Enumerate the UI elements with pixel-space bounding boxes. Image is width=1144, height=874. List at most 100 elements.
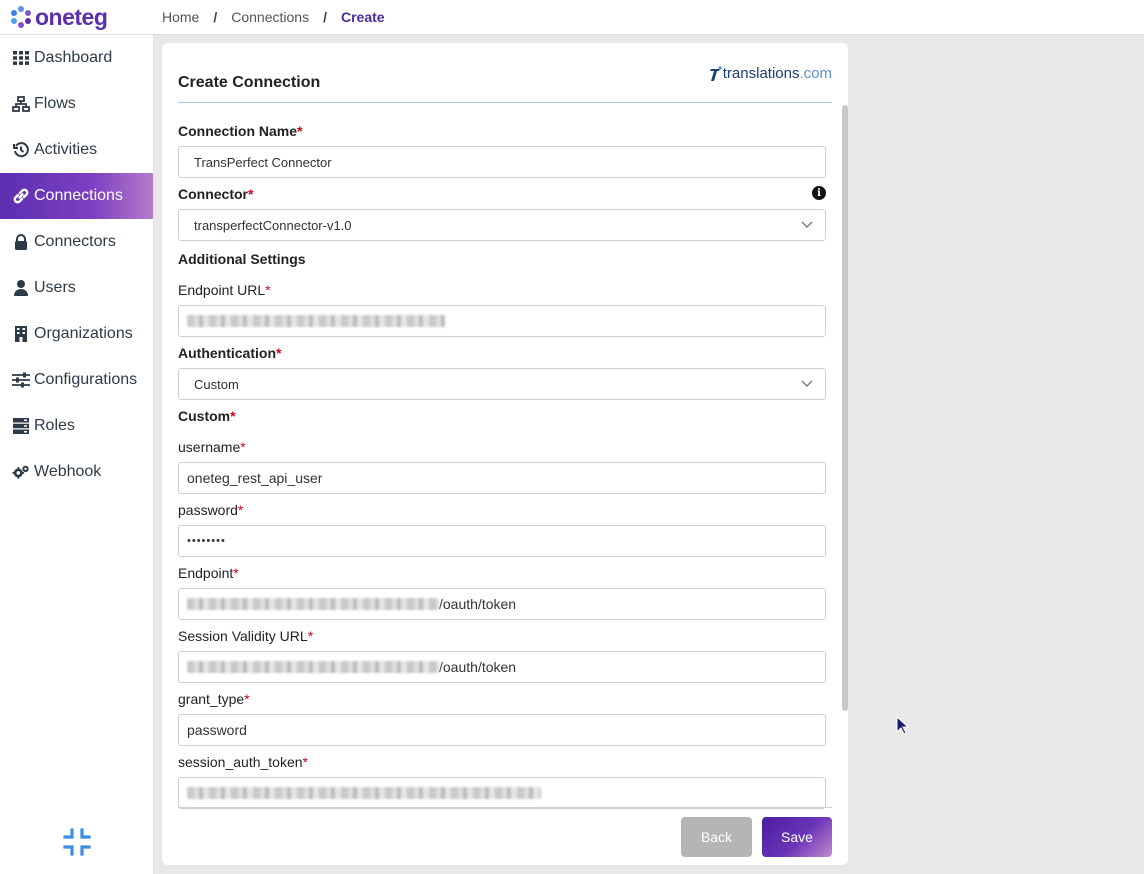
partner-logo-name: translations [722, 65, 800, 82]
breadcrumb-separator: / [213, 9, 218, 25]
endpoint-url-label: Endpoint URL [178, 282, 266, 298]
sidebar-item-label: Roles [34, 417, 75, 434]
grant-type-value: password [187, 722, 247, 738]
endpoint-input[interactable]: /oauth/token [178, 588, 826, 620]
required-mark: * [307, 628, 314, 644]
password-label: password [178, 502, 238, 518]
sidebar-item-label: Organizations [34, 325, 133, 342]
sidebar-item-activities[interactable]: Activities [0, 127, 153, 173]
link-icon [12, 187, 30, 205]
authentication-label: Authentication [178, 345, 276, 361]
top-bar: oneteg Home / Connections / Create [0, 0, 1144, 35]
username-group: username* oneteg_rest_api_user [178, 439, 826, 494]
authentication-select[interactable]: Custom [178, 368, 826, 400]
connection-name-input[interactable]: TransPerfect Connector [178, 146, 826, 178]
username-input[interactable]: oneteg_rest_api_user [178, 462, 826, 494]
authentication-value: Custom [194, 376, 239, 392]
connector-select[interactable]: transperfectConnector-v1.0 [178, 209, 826, 241]
sidebar-item-label: Dashboard [34, 49, 113, 66]
redacted-value [187, 787, 541, 799]
user-icon [12, 279, 30, 297]
breadcrumb-home[interactable]: Home [162, 9, 199, 25]
redacted-value [187, 661, 439, 673]
sidebar-item-label: Flows [34, 95, 76, 112]
sidebar-item-label: Activities [34, 141, 98, 158]
endpoint-suffix: /oauth/token [439, 596, 517, 612]
grid-icon [12, 49, 30, 67]
sidebar-item-roles[interactable]: Roles [0, 403, 153, 449]
create-connection-card: Create Connection translations .com Conne… [162, 43, 848, 865]
connection-name-value: TransPerfect Connector [194, 154, 332, 170]
redacted-value [187, 598, 439, 610]
required-mark: * [248, 186, 254, 202]
session-auth-token-group: session_auth_token* [178, 754, 826, 809]
endpoint-label: Endpoint [178, 565, 234, 581]
sidebar: Dashboard Flows Activities Connections C… [0, 35, 154, 874]
form-scrollbar[interactable] [842, 105, 848, 711]
chevron-down-icon [801, 221, 813, 228]
breadcrumb-separator: / [323, 9, 327, 25]
connector-group: Connector* i transperfectConnector-v1.0 [178, 186, 826, 241]
partner-logo-suffix: .com [799, 65, 832, 82]
partner-logo: translations .com [709, 65, 832, 82]
sidebar-item-connectors[interactable]: Connectors [0, 219, 153, 265]
info-icon[interactable]: i [812, 186, 826, 200]
app-logo[interactable]: oneteg [0, 0, 154, 35]
endpoint-group: Endpoint* /oauth/token [178, 565, 826, 620]
connector-label: Connector [178, 186, 248, 202]
sidebar-item-dashboard[interactable]: Dashboard [0, 35, 153, 81]
sidebar-item-users[interactable]: Users [0, 265, 153, 311]
page-title: Create Connection [178, 74, 321, 91]
password-value: •••••••• [187, 535, 226, 547]
session-auth-token-input[interactable] [178, 777, 826, 809]
footer-divider [178, 807, 832, 808]
sidebar-item-label: Configurations [34, 371, 138, 388]
chevron-down-icon [801, 380, 813, 387]
sidebar-item-organizations[interactable]: Organizations [0, 311, 153, 357]
sidebar-item-label: Connections [34, 187, 123, 204]
session-validity-url-label: Session Validity URL [178, 628, 308, 644]
breadcrumb-connections[interactable]: Connections [231, 9, 309, 25]
required-mark: * [233, 565, 239, 581]
translations-logo-icon [709, 65, 722, 81]
save-button[interactable]: Save [762, 817, 832, 857]
session-validity-url-input[interactable]: /oauth/token [178, 651, 826, 683]
endpoint-url-input[interactable] [178, 305, 826, 337]
connection-name-label: Connection Name [178, 123, 298, 139]
sidebar-item-label: Users [34, 279, 76, 296]
connector-value: transperfectConnector-v1.0 [194, 217, 352, 233]
grant-type-group: grant_type* password [178, 691, 826, 746]
collapse-sidebar-button[interactable] [61, 826, 93, 858]
oneteg-logo-icon [10, 6, 32, 28]
mouse-cursor-icon [896, 716, 910, 735]
required-mark: * [230, 408, 236, 424]
sidebar-item-label: Connectors [34, 233, 116, 250]
session-validity-url-suffix: /oauth/token [439, 659, 517, 675]
password-input[interactable]: •••••••• [178, 525, 826, 557]
connection-name-group: Connection Name* TransPerfect Connector [178, 123, 826, 178]
username-value: oneteg_rest_api_user [187, 470, 323, 486]
brand-name: oneteg [35, 3, 108, 30]
required-mark: * [265, 282, 271, 298]
required-mark: * [297, 123, 303, 139]
sidebar-item-label: Webhook [34, 463, 102, 480]
server-icon [12, 417, 30, 435]
sliders-icon [12, 371, 30, 389]
history-icon [12, 141, 30, 159]
sidebar-item-flows[interactable]: Flows [0, 81, 153, 127]
sitemap-icon [12, 95, 30, 113]
required-mark: * [302, 754, 308, 770]
sidebar-item-configurations[interactable]: Configurations [0, 357, 153, 403]
back-button[interactable]: Back [681, 817, 752, 857]
building-icon [12, 325, 30, 343]
compress-icon [63, 828, 91, 856]
sidebar-item-webhook[interactable]: Webhook [0, 449, 153, 495]
endpoint-url-group: Endpoint URL* [178, 282, 826, 337]
required-mark: * [237, 502, 244, 518]
grant-type-input[interactable]: password [178, 714, 826, 746]
additional-settings-heading: Additional Settings [178, 251, 306, 267]
required-mark: * [240, 439, 246, 455]
card-header: Create Connection translations .com [178, 53, 832, 103]
sidebar-item-connections[interactable]: Connections [0, 173, 153, 219]
gears-icon [12, 463, 30, 481]
